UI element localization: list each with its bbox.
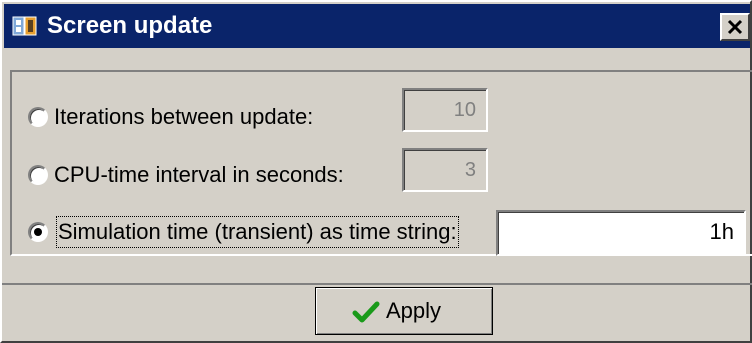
footer-separator — [2, 283, 752, 285]
simulation-time-radio[interactable] — [28, 222, 48, 242]
checkmark-icon — [352, 301, 380, 323]
cpu-time-radio[interactable] — [28, 165, 48, 185]
apply-button-label: Apply — [386, 298, 442, 323]
iterations-label: Iterations between update: — [54, 104, 314, 129]
iterations-input[interactable]: 10 — [402, 88, 488, 132]
close-icon — [727, 19, 743, 35]
title-bar[interactable]: Screen update — [4, 4, 750, 48]
screen-update-dialog: Screen update Iterations between update:… — [0, 0, 752, 343]
cpu-time-label: CPU-time interval in seconds: — [54, 162, 344, 187]
app-cube-icon — [12, 16, 37, 36]
simulation-time-label: Simulation time (transient) as time stri… — [56, 216, 459, 248]
close-button[interactable] — [720, 13, 750, 41]
window-title: Screen update — [47, 12, 213, 39]
simulation-time-input[interactable]: 1h — [496, 210, 746, 256]
iterations-radio[interactable] — [28, 107, 48, 127]
cpu-time-input[interactable]: 3 — [402, 148, 488, 192]
apply-button[interactable]: Apply — [315, 287, 493, 335]
